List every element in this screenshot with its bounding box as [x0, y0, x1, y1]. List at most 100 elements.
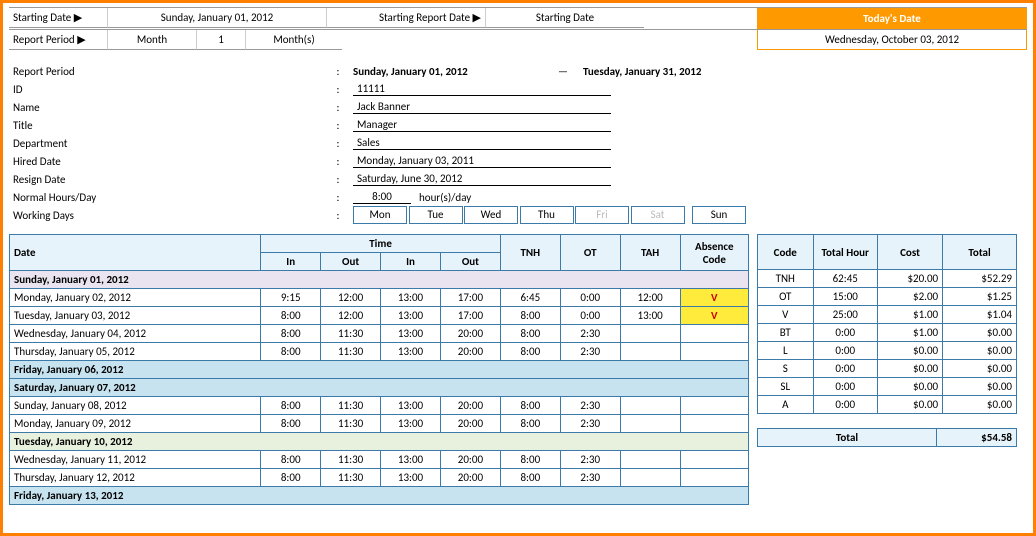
tnh-cell[interactable]: 8:00	[500, 415, 560, 433]
in2-cell[interactable]: 13:00	[381, 451, 441, 469]
out2-cell[interactable]: 20:00	[440, 469, 500, 487]
wd-mon[interactable]: Mon	[353, 206, 407, 224]
out1-cell[interactable]: 11:30	[321, 415, 381, 433]
table-row[interactable]: Sunday, January 01, 2012	[10, 271, 749, 289]
date-cell[interactable]: Wednesday, January 04, 2012	[10, 325, 261, 343]
wd-sat[interactable]: Sat	[631, 206, 685, 224]
ot-cell[interactable]: 2:30	[560, 415, 620, 433]
table-row[interactable]: Sunday, January 08, 20128:0011:3013:0020…	[10, 397, 749, 415]
tah-cell[interactable]	[620, 343, 680, 361]
abs-cell[interactable]: V	[680, 307, 748, 325]
table-row[interactable]: Thursday, January 12, 20128:0011:3013:00…	[10, 469, 749, 487]
in1-cell[interactable]: 8:00	[261, 451, 321, 469]
title-value[interactable]: Manager	[353, 118, 611, 132]
table-row[interactable]: Wednesday, January 11, 20128:0011:3013:0…	[10, 451, 749, 469]
tnh-cell[interactable]: 8:00	[500, 307, 560, 325]
wd-tue[interactable]: Tue	[409, 206, 463, 224]
ot-cell[interactable]: 2:30	[560, 325, 620, 343]
table-row[interactable]: Tuesday, January 10, 2012	[10, 433, 749, 451]
ot-cell[interactable]: 2:30	[560, 397, 620, 415]
abs-cell[interactable]	[680, 343, 748, 361]
tnh-cell[interactable]: 8:00	[500, 469, 560, 487]
table-row[interactable]: Tuesday, January 03, 20128:0012:0013:001…	[10, 307, 749, 325]
out1-cell[interactable]: 11:30	[321, 343, 381, 361]
date-cell[interactable]: Monday, January 02, 2012	[10, 289, 261, 307]
in1-cell[interactable]: 8:00	[261, 343, 321, 361]
dept-value[interactable]: Sales	[353, 136, 611, 150]
date-cell[interactable]: Wednesday, January 11, 2012	[10, 451, 261, 469]
in2-cell[interactable]: 13:00	[381, 415, 441, 433]
date-cell[interactable]: Tuesday, January 03, 2012	[10, 307, 261, 325]
starting-report-value[interactable]: Starting Date	[485, 8, 644, 28]
normal-value[interactable]: 8:00	[353, 190, 411, 204]
tnh-cell[interactable]: 8:00	[500, 343, 560, 361]
table-row[interactable]: Monday, January 02, 20129:1512:0013:0017…	[10, 289, 749, 307]
date-cell[interactable]: Thursday, January 12, 2012	[10, 469, 261, 487]
tah-cell[interactable]	[620, 415, 680, 433]
report-period-unit[interactable]: Month	[107, 30, 196, 50]
in1-cell[interactable]: 8:00	[261, 469, 321, 487]
tah-cell[interactable]	[620, 325, 680, 343]
starting-date-value[interactable]: Sunday, January 01, 2012	[107, 8, 326, 28]
in1-cell[interactable]: 8:00	[261, 415, 321, 433]
table-row[interactable]: Friday, January 13, 2012	[10, 487, 749, 505]
out1-cell[interactable]: 12:00	[321, 289, 381, 307]
tnh-cell[interactable]: 8:00	[500, 325, 560, 343]
ot-cell[interactable]: 2:30	[560, 469, 620, 487]
abs-cell[interactable]	[680, 469, 748, 487]
ot-cell[interactable]: 0:00	[560, 307, 620, 325]
table-row[interactable]: Friday, January 06, 2012	[10, 361, 749, 379]
out2-cell[interactable]: 20:00	[440, 415, 500, 433]
ot-cell[interactable]: 0:00	[560, 289, 620, 307]
out2-cell[interactable]: 20:00	[440, 343, 500, 361]
in1-cell[interactable]: 8:00	[261, 325, 321, 343]
in2-cell[interactable]: 13:00	[381, 343, 441, 361]
in2-cell[interactable]: 13:00	[381, 325, 441, 343]
abs-cell[interactable]: V	[680, 289, 748, 307]
in2-cell[interactable]: 13:00	[381, 469, 441, 487]
out2-cell[interactable]: 20:00	[440, 397, 500, 415]
tnh-cell[interactable]: 8:00	[500, 451, 560, 469]
hired-value[interactable]: Monday, January 03, 2011	[353, 154, 611, 168]
out1-cell[interactable]: 11:30	[321, 325, 381, 343]
tah-cell[interactable]: 12:00	[620, 289, 680, 307]
tnh-cell[interactable]: 8:00	[500, 397, 560, 415]
in1-cell[interactable]: 8:00	[261, 397, 321, 415]
abs-cell[interactable]	[680, 397, 748, 415]
table-row[interactable]: Thursday, January 05, 20128:0011:3013:00…	[10, 343, 749, 361]
in1-cell[interactable]: 9:15	[261, 289, 321, 307]
abs-cell[interactable]	[680, 451, 748, 469]
table-row[interactable]: Monday, January 09, 20128:0011:3013:0020…	[10, 415, 749, 433]
out2-cell[interactable]: 20:00	[440, 451, 500, 469]
report-period-qty[interactable]: 1	[196, 30, 245, 50]
out1-cell[interactable]: 11:30	[321, 451, 381, 469]
wd-wed[interactable]: Wed	[464, 206, 518, 224]
out1-cell[interactable]: 11:30	[321, 397, 381, 415]
ot-cell[interactable]: 2:30	[560, 343, 620, 361]
tah-cell[interactable]	[620, 451, 680, 469]
id-value[interactable]: 11111	[353, 82, 611, 96]
tnh-cell[interactable]: 6:45	[500, 289, 560, 307]
out1-cell[interactable]: 12:00	[321, 307, 381, 325]
wd-fri[interactable]: Fri	[575, 206, 629, 224]
abs-cell[interactable]	[680, 415, 748, 433]
date-cell[interactable]: Sunday, January 08, 2012	[10, 397, 261, 415]
name-value[interactable]: Jack Banner	[353, 100, 611, 114]
wd-sun[interactable]: Sun	[692, 206, 746, 224]
table-row[interactable]: Saturday, January 07, 2012	[10, 379, 749, 397]
in2-cell[interactable]: 13:00	[381, 397, 441, 415]
date-cell[interactable]: Thursday, January 05, 2012	[10, 343, 261, 361]
tah-cell[interactable]	[620, 469, 680, 487]
in1-cell[interactable]: 8:00	[261, 307, 321, 325]
in2-cell[interactable]: 13:00	[381, 307, 441, 325]
out1-cell[interactable]: 11:30	[321, 469, 381, 487]
wd-thu[interactable]: Thu	[520, 206, 574, 224]
abs-cell[interactable]	[680, 325, 748, 343]
in2-cell[interactable]: 13:00	[381, 289, 441, 307]
out2-cell[interactable]: 17:00	[440, 289, 500, 307]
date-cell[interactable]: Monday, January 09, 2012	[10, 415, 261, 433]
out2-cell[interactable]: 17:00	[440, 307, 500, 325]
tah-cell[interactable]	[620, 397, 680, 415]
out2-cell[interactable]: 20:00	[440, 325, 500, 343]
tah-cell[interactable]: 13:00	[620, 307, 680, 325]
